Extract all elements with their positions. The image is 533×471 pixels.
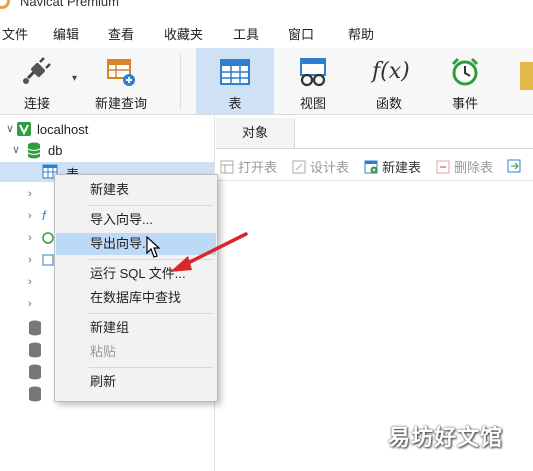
object-toolbar: 打开表 设计表 新建表 删除表 (216, 152, 533, 181)
plug-icon (23, 57, 51, 84)
menu-edit[interactable]: 编辑 (53, 24, 79, 43)
view-label: 视图 (299, 96, 326, 111)
tree-database-db[interactable]: ∨ db (0, 141, 214, 161)
tab-bar: 对象 (216, 118, 533, 149)
menu-separator (89, 205, 213, 206)
database-icon (29, 386, 41, 402)
new-query-icon (107, 59, 135, 86)
chevron-down-icon[interactable]: ∨ (12, 143, 20, 156)
ctx-new-group[interactable]: 新建组 (56, 317, 216, 339)
design-table-icon (292, 160, 306, 174)
event-label: 事件 (451, 96, 478, 111)
mouse-cursor-icon (146, 236, 160, 258)
connection-icon (17, 122, 31, 136)
database-icon (27, 142, 41, 159)
tab-objects[interactable]: 对象 (216, 118, 295, 148)
connect-button[interactable]: 连接 (6, 48, 68, 114)
menu-bar: 文件 编辑 查看 收藏夹 工具 窗口 帮助 (0, 22, 533, 44)
delete-table-label: 删除表 (454, 160, 494, 175)
tree-connection-localhost[interactable]: ∨ localhost (0, 120, 214, 140)
delete-table-icon (436, 160, 450, 174)
new-table-icon (364, 160, 378, 174)
window-title: Navicat Premium (20, 0, 119, 9)
open-table-button[interactable]: 打开表 (220, 157, 277, 175)
chevron-right-icon[interactable]: › (28, 188, 32, 200)
function-button[interactable]: f(x) 函数 (358, 48, 420, 114)
new-table-button[interactable]: 新建表 (364, 157, 421, 175)
database-icon (29, 342, 41, 358)
menu-view[interactable]: 查看 (108, 24, 134, 43)
view-button[interactable]: 视图 (282, 48, 344, 114)
function-icon: f (42, 208, 46, 223)
context-menu: 新建表 导入向导... 导出向导... 运行 SQL 文件... 在数据库中查找… (54, 174, 218, 402)
more-toolbar-icon[interactable] (520, 62, 533, 90)
function-label: 函数 (375, 96, 402, 111)
import-wizard-icon[interactable] (507, 159, 521, 173)
chevron-right-icon[interactable]: › (28, 232, 32, 244)
delete-table-button[interactable]: 删除表 (436, 157, 493, 175)
chevron-right-icon[interactable]: › (28, 298, 32, 310)
menu-window[interactable]: 窗口 (288, 24, 314, 43)
new-query-button[interactable]: 新建查询 (88, 48, 154, 114)
menu-separator (89, 367, 213, 368)
table-icon (220, 59, 250, 85)
alarm-clock-icon (451, 57, 479, 86)
ctx-paste[interactable]: 粘贴 (56, 341, 216, 363)
toolbar-separator (180, 54, 181, 110)
design-table-label: 设计表 (310, 160, 350, 175)
watermark-text: 易坊好文馆 (388, 425, 504, 450)
title-bar: Navicat Premium (0, 0, 533, 14)
menu-file[interactable]: 文件 (2, 24, 28, 43)
menu-tools[interactable]: 工具 (233, 24, 259, 43)
navicat-logo-icon (0, 0, 10, 9)
event-button[interactable]: 事件 (434, 48, 496, 114)
view-icon (300, 58, 326, 87)
function-icon: f(x) (372, 59, 410, 84)
table-label: 表 (228, 96, 242, 111)
red-arrow-annotation (170, 232, 248, 272)
main-toolbar: 连接 ▾ 新建查询 表 视图 f(x) 函数 事件 (0, 48, 533, 115)
event-icon (42, 232, 54, 244)
database-icon (29, 364, 41, 380)
menu-separator (89, 313, 213, 314)
table-button[interactable]: 表 (196, 48, 274, 114)
chevron-right-icon[interactable]: › (28, 276, 32, 288)
new-query-label: 新建查询 (94, 96, 147, 111)
query-icon (42, 254, 54, 266)
chevron-right-icon[interactable]: › (28, 210, 32, 222)
database-icon (29, 320, 41, 336)
chevron-down-icon[interactable]: ∨ (6, 122, 14, 135)
database-label: db (48, 143, 63, 158)
connection-label: localhost (37, 122, 89, 137)
menu-favorites[interactable]: 收藏夹 (164, 24, 203, 43)
design-table-button[interactable]: 设计表 (292, 157, 349, 175)
open-table-label: 打开表 (238, 160, 278, 175)
open-table-icon (220, 160, 234, 174)
ctx-refresh[interactable]: 刷新 (56, 371, 216, 393)
ctx-find-in-database[interactable]: 在数据库中查找 (56, 287, 216, 309)
menu-help[interactable]: 帮助 (348, 24, 374, 43)
ctx-new-table[interactable]: 新建表 (56, 179, 216, 201)
new-table-label: 新建表 (382, 160, 422, 175)
connect-dropdown-icon[interactable]: ▾ (72, 73, 77, 84)
chevron-right-icon[interactable]: › (28, 254, 32, 266)
connect-label: 连接 (23, 96, 50, 111)
